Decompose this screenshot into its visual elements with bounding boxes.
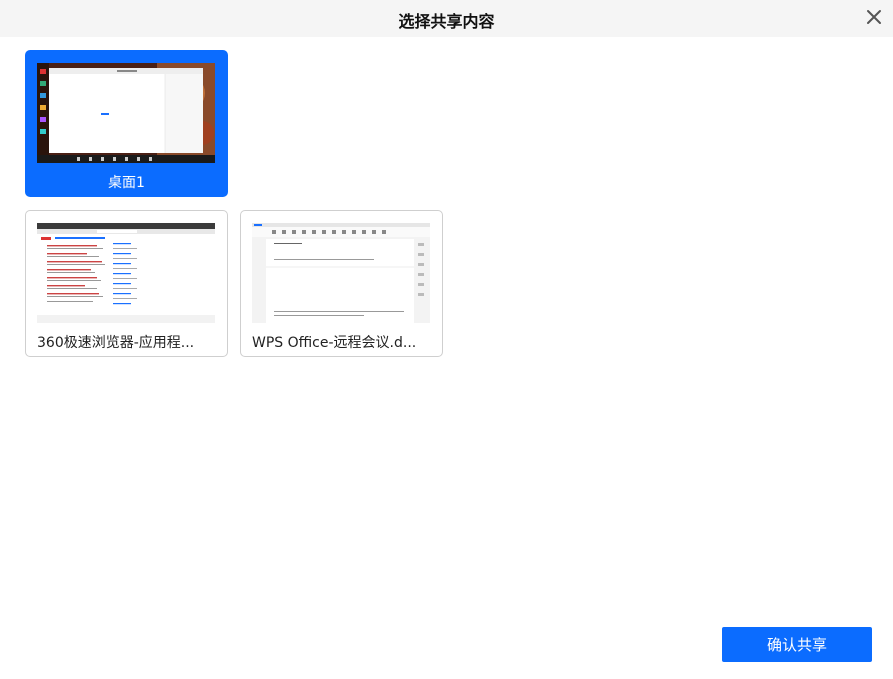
dialog-title: 选择共享内容 <box>398 12 495 31</box>
close-icon[interactable] <box>865 8 883 26</box>
confirm-share-button[interactable]: 确认共享 <box>722 627 872 662</box>
card-label: 桌面1 <box>108 175 145 191</box>
desktop-thumbnail <box>37 63 215 163</box>
dialog-titlebar: 选择共享内容 <box>0 0 893 37</box>
browser-thumbnail <box>37 223 215 323</box>
share-item-browser-window[interactable]: 360极速浏览器-应用程... <box>25 210 228 357</box>
share-item-desktop[interactable]: 桌面1 <box>25 50 228 197</box>
card-label: WPS Office-远程会议.d... <box>252 335 417 351</box>
wps-thumbnail <box>252 223 430 323</box>
card-label: 360极速浏览器-应用程... <box>37 335 195 351</box>
share-item-wps-window[interactable]: WPS Office-远程会议.d... <box>240 210 443 357</box>
